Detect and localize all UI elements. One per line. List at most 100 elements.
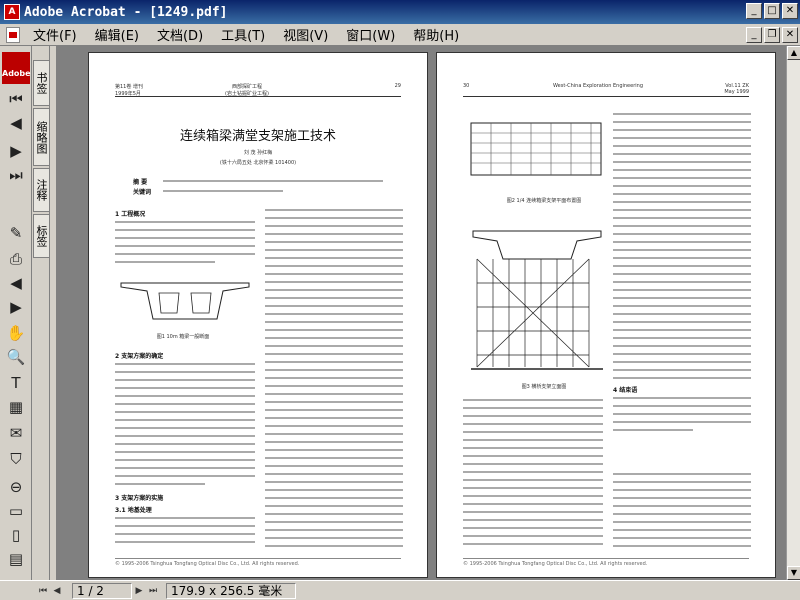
maximize-button[interactable]: □ — [764, 3, 780, 19]
doc-minimize-button[interactable]: _ — [746, 27, 762, 43]
last-page-icon[interactable]: ⏭ — [4, 164, 28, 186]
first-page-icon[interactable]: ⏮ — [4, 88, 28, 110]
tab-thumbnails[interactable]: 缩略图 — [33, 108, 49, 166]
tab-bookmarks[interactable]: 书签 — [33, 60, 49, 106]
attach-icon[interactable]: ✎ — [4, 222, 28, 244]
minimize-button[interactable]: _ — [746, 3, 762, 19]
text-line — [265, 361, 403, 363]
note-tool-icon[interactable]: ✉ — [4, 422, 28, 444]
text-line — [115, 475, 255, 477]
scroll-up-icon[interactable]: ▲ — [787, 46, 800, 60]
tab-comments[interactable]: 注释 — [33, 168, 49, 212]
window-title: Adobe Acrobat - [1249.pdf] — [24, 4, 228, 20]
menu-bar: 文件(F) 编辑(E) 文档(D) 工具(T) 视图(V) 窗口(W) 帮助(H… — [0, 24, 800, 46]
menu-document[interactable]: 文档(D) — [148, 25, 212, 44]
menu-file[interactable]: 文件(F) — [24, 25, 86, 44]
document-icon[interactable] — [6, 26, 20, 43]
text-line — [463, 535, 603, 537]
fit-width-icon[interactable]: ▤ — [4, 548, 28, 570]
text-line — [463, 439, 603, 441]
subsection-heading: 3.1 地基处理 — [115, 507, 152, 514]
text-line — [613, 193, 751, 195]
support-plan-figure — [470, 122, 602, 176]
text-line — [613, 129, 751, 131]
text-line — [265, 441, 403, 443]
paper-affiliation: (铁十六局五处 北京怀柔 101400) — [219, 160, 297, 166]
next-page-icon[interactable]: ▶ — [4, 140, 28, 162]
menu-view[interactable]: 视图(V) — [274, 25, 337, 44]
first-page-status-icon[interactable]: ⏮ — [36, 584, 50, 598]
text-line — [115, 245, 255, 247]
text-line — [265, 305, 403, 307]
page-size-display: 179.9 x 256.5 毫米 — [166, 582, 296, 599]
doc-restore-button[interactable]: ❐ — [764, 27, 780, 43]
header-left: 30 — [463, 83, 470, 89]
prev-page-status-icon[interactable]: ◀ — [50, 584, 64, 598]
fit-page-icon[interactable]: ▯ — [4, 524, 28, 546]
actual-size-icon[interactable]: ▭ — [4, 500, 28, 522]
page-2: 30 West-China Exploration Engineering Vo… — [436, 52, 776, 578]
text-line — [115, 387, 255, 389]
text-select-icon[interactable]: T — [4, 372, 28, 394]
window-controls: _ □ ✕ — [746, 3, 798, 19]
zoom-tool-icon[interactable]: 🔍 — [4, 346, 28, 368]
doc-close-button[interactable]: ✕ — [782, 27, 798, 43]
text-line — [265, 545, 403, 547]
text-line — [463, 423, 603, 425]
menu-help[interactable]: 帮助(H) — [404, 25, 468, 44]
text-line — [613, 113, 751, 115]
text-line — [613, 177, 751, 179]
text-line — [463, 415, 603, 417]
text-line — [265, 481, 403, 483]
forward-arrow-icon[interactable]: ▶ — [4, 296, 28, 318]
text-line — [265, 377, 403, 379]
vertical-scrollbar[interactable]: ▲ ▼ — [786, 46, 800, 580]
text-line — [613, 209, 751, 211]
menu-edit[interactable]: 编辑(E) — [86, 25, 148, 44]
text-line — [163, 190, 283, 192]
text-line — [265, 385, 403, 387]
text-line — [613, 153, 751, 155]
text-line — [613, 297, 751, 299]
text-line — [265, 393, 403, 395]
page-number-field[interactable]: 1 / 2 — [72, 582, 132, 599]
stamp-tool-icon[interactable]: ⛉ — [4, 448, 28, 470]
menu-tools[interactable]: 工具(T) — [212, 25, 274, 44]
zoom-out-icon[interactable]: ⊖ — [4, 476, 28, 498]
section-heading: 3 支架方案的实施 — [115, 495, 164, 502]
text-line — [613, 473, 751, 475]
hand-tool-icon[interactable]: ✋ — [4, 322, 28, 344]
text-line — [115, 363, 255, 365]
text-line — [463, 455, 603, 457]
text-line — [265, 369, 403, 371]
transverse-support-elevation-figure — [471, 230, 603, 370]
scroll-down-icon[interactable]: ▼ — [787, 566, 800, 580]
text-line — [613, 537, 751, 539]
text-line — [463, 471, 603, 473]
back-arrow-icon[interactable]: ◀ — [4, 272, 28, 294]
text-line — [613, 249, 751, 251]
text-line — [613, 185, 751, 187]
print-icon[interactable]: ⎙ — [4, 248, 28, 270]
adobe-logo[interactable]: Adobe — [2, 52, 31, 84]
text-line — [265, 457, 403, 459]
graphics-select-icon[interactable]: ▦ — [4, 396, 28, 418]
text-line — [463, 487, 603, 489]
text-line — [613, 377, 751, 379]
last-page-status-icon[interactable]: ⏭ — [146, 584, 160, 598]
menu-window[interactable]: 窗口(W) — [337, 25, 404, 44]
text-line — [115, 525, 255, 527]
figure-caption: 图3 横桥支架立面图 — [521, 384, 567, 390]
previous-page-icon[interactable]: ◀ — [4, 112, 28, 134]
close-button[interactable]: ✕ — [782, 3, 798, 19]
page-footer: © 1995-2006 Tsinghua Tongfang Optical Di… — [115, 558, 401, 567]
page-footer: © 1995-2006 Tsinghua Tongfang Optical Di… — [463, 558, 749, 567]
text-line — [115, 483, 205, 485]
document-viewer[interactable]: 第11卷 增刊 1999年5月 西部探矿工程 (岩土钻掘矿业工程) 29 连续箱… — [56, 46, 786, 580]
page-1: 第11卷 增刊 1999年5月 西部探矿工程 (岩土钻掘矿业工程) 29 连续箱… — [88, 52, 428, 578]
text-line — [463, 447, 603, 449]
next-page-status-icon[interactable]: ▶ — [132, 584, 146, 598]
text-line — [463, 463, 603, 465]
tab-tags[interactable]: 标签 — [33, 214, 49, 258]
text-line — [115, 443, 255, 445]
